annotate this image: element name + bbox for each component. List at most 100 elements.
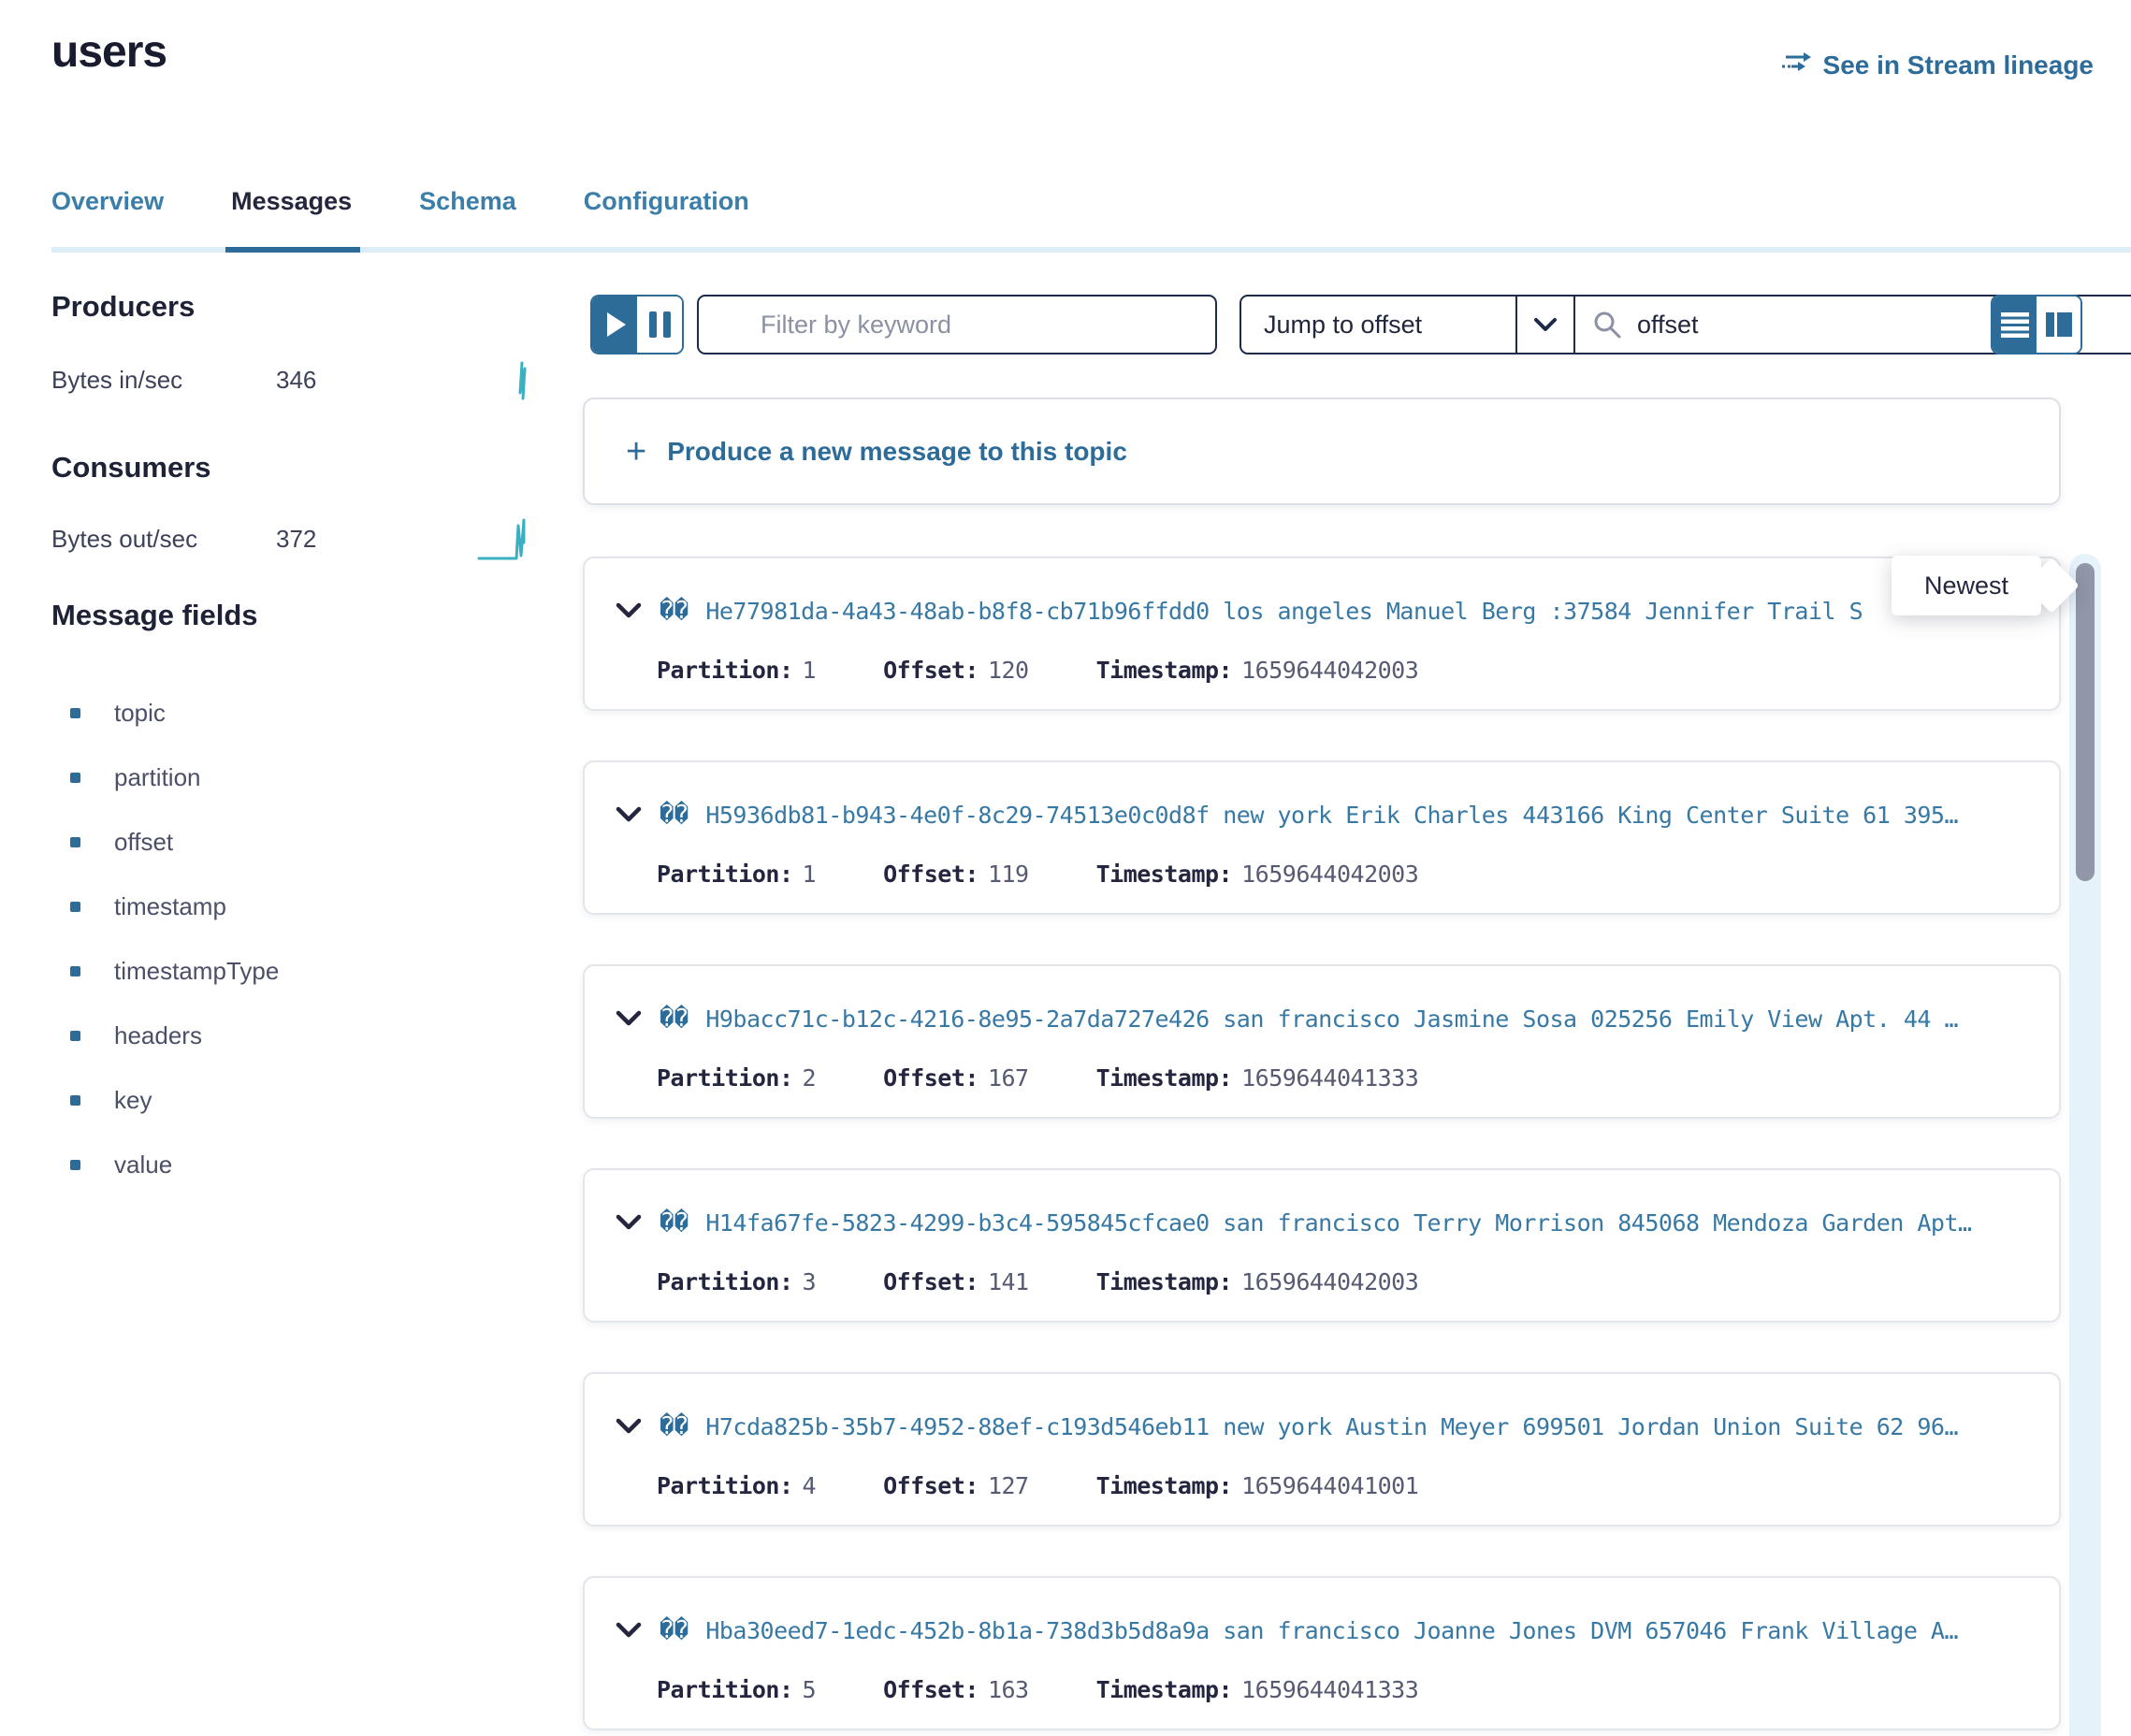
message-summary: H5936db81-b943-4e0f-8c29-74513e0c0d8f ne… [705, 802, 1958, 829]
chevron-down-icon[interactable] [615, 1213, 643, 1232]
field-bullet-icon [70, 966, 80, 976]
view-mode-toggle[interactable] [1991, 295, 2082, 354]
field-item-partition: partition [51, 745, 533, 810]
message-summary: He77981da-4a43-48ab-b8f8-cb71b96ffdd0 lo… [705, 598, 1863, 625]
offset-field: Offset:163 [883, 1676, 1029, 1703]
messages-toolbar: Jump to offset [583, 295, 2061, 356]
offset-field: Offset:167 [883, 1064, 1029, 1092]
message-row[interactable]: �� He77981da-4a43-48ab-b8f8-cb71b96ffdd0… [583, 557, 2061, 711]
newest-tooltip-label: Newest [1924, 571, 2008, 600]
list-view-button[interactable] [1993, 297, 2037, 353]
message-summary: H7cda825b-35b7-4952-88ef-c193d546eb11 ne… [705, 1413, 1958, 1440]
timestamp-field: Timestamp:1659644042003 [1096, 861, 1419, 888]
message-key-glyph: �� [660, 1005, 689, 1033]
partition-field: Partition:3 [657, 1268, 816, 1295]
field-bullet-icon [70, 1031, 80, 1041]
message-fields-heading: Message fields [51, 599, 258, 632]
partition-field: Partition:4 [657, 1472, 816, 1499]
offset-field: Offset:120 [883, 657, 1029, 684]
message-fields-list: topic partition offset timestamp timesta… [51, 681, 533, 1197]
chevron-down-icon[interactable] [1517, 297, 1575, 353]
split-view-button[interactable] [2037, 297, 2080, 353]
produce-message-button[interactable]: + Produce a new message to this topic [583, 398, 2061, 505]
field-bullet-icon [70, 708, 80, 718]
bytes-out-metric-row: Bytes out/sec 372 [51, 514, 533, 563]
split-view-icon [2044, 311, 2074, 339]
page-title: users [51, 26, 167, 78]
partition-field: Partition:1 [657, 861, 816, 888]
timestamp-field: Timestamp:1659644041333 [1096, 1064, 1419, 1092]
pause-button[interactable] [637, 297, 682, 353]
tab-overview[interactable]: Overview [51, 187, 164, 242]
partition-field: Partition:1 [657, 657, 816, 684]
message-key-glyph: �� [660, 801, 689, 829]
play-pause-toggle[interactable] [590, 295, 684, 354]
timestamp-field: Timestamp:1659644041001 [1096, 1472, 1419, 1499]
play-icon [607, 312, 626, 337]
bytes-out-sparkline [477, 514, 533, 563]
field-item-timestampType: timestampType [51, 939, 533, 1004]
field-item-headers: headers [51, 1004, 533, 1068]
newest-tooltip: Newest [1892, 556, 2041, 615]
consumers-heading: Consumers [51, 451, 211, 485]
chevron-down-icon[interactable] [615, 601, 643, 620]
field-item-key: key [51, 1068, 533, 1133]
message-summary: H14fa67fe-5823-4299-b3c4-595845cfcae0 sa… [705, 1209, 1971, 1237]
search-icon [1591, 309, 1623, 340]
chevron-down-icon[interactable] [615, 1417, 643, 1436]
producers-heading: Producers [51, 290, 195, 324]
chevron-down-icon[interactable] [615, 805, 643, 824]
bytes-in-label: Bytes in/sec [51, 366, 276, 395]
list-view-icon [1999, 311, 2031, 339]
messages-panel: Jump to offset [583, 0, 2131, 1736]
offset-field: Offset:141 [883, 1268, 1029, 1295]
message-row[interactable]: �� H5936db81-b943-4e0f-8c29-74513e0c0d8f… [583, 760, 2061, 915]
field-bullet-icon [70, 1095, 80, 1106]
message-row[interactable]: �� H14fa67fe-5823-4299-b3c4-595845cfcae0… [583, 1168, 2061, 1323]
message-row[interactable]: �� Hba30eed7-1edc-452b-8b1a-738d3b5d8a9a… [583, 1576, 2061, 1730]
messages-scrollbar-track[interactable] [2069, 554, 2101, 1736]
bytes-in-metric-row: Bytes in/sec 346 [51, 355, 533, 404]
bytes-out-label: Bytes out/sec [51, 525, 276, 554]
field-bullet-icon [70, 773, 80, 783]
jump-to-offset-select[interactable]: Jump to offset [1241, 297, 1517, 353]
message-summary: Hba30eed7-1edc-452b-8b1a-738d3b5d8a9a sa… [705, 1617, 1958, 1644]
bytes-in-value: 346 [276, 366, 477, 395]
play-button[interactable] [592, 297, 637, 353]
chevron-down-icon[interactable] [615, 1621, 643, 1640]
message-list: �� He77981da-4a43-48ab-b8f8-cb71b96ffdd0… [583, 557, 2061, 1730]
chevron-down-icon[interactable] [615, 1009, 643, 1028]
message-row[interactable]: �� H7cda825b-35b7-4952-88ef-c193d546eb11… [583, 1372, 2061, 1526]
field-item-timestamp: timestamp [51, 875, 533, 939]
filter-keyword-input[interactable] [697, 295, 1217, 354]
message-key-glyph: �� [660, 1208, 689, 1237]
message-key-glyph: �� [660, 597, 689, 625]
tab-underline-active [225, 247, 360, 253]
timestamp-field: Timestamp:1659644042003 [1096, 657, 1419, 684]
plus-icon: + [626, 434, 646, 470]
timestamp-field: Timestamp:1659644042003 [1096, 1268, 1419, 1295]
timestamp-field: Timestamp:1659644041333 [1096, 1676, 1419, 1703]
partition-field: Partition:5 [657, 1676, 816, 1703]
bytes-in-sparkline [477, 355, 533, 404]
pause-icon [649, 311, 671, 338]
partition-field: Partition:2 [657, 1064, 816, 1092]
message-summary: H9bacc71c-b12c-4216-8e95-2a7da727e426 sa… [705, 1005, 1958, 1033]
field-bullet-icon [70, 837, 80, 847]
offset-field: Offset:119 [883, 861, 1029, 888]
bytes-out-value: 372 [276, 525, 477, 554]
message-row[interactable]: �� H9bacc71c-b12c-4216-8e95-2a7da727e426… [583, 964, 2061, 1119]
field-bullet-icon [70, 902, 80, 912]
tab-messages[interactable]: Messages [231, 187, 352, 242]
field-bullet-icon [70, 1160, 80, 1170]
field-item-topic: topic [51, 681, 533, 745]
produce-message-label: Produce a new message to this topic [667, 437, 1127, 467]
field-item-value: value [51, 1133, 533, 1197]
topic-messages-page: users See in Stream lineage Overview Mes… [0, 0, 2131, 1736]
tab-schema[interactable]: Schema [419, 187, 516, 242]
messages-scrollbar-thumb[interactable] [2076, 563, 2095, 881]
field-item-offset: offset [51, 810, 533, 875]
offset-field: Offset:127 [883, 1472, 1029, 1499]
message-key-glyph: �� [660, 1412, 689, 1440]
message-key-glyph: �� [660, 1616, 689, 1644]
